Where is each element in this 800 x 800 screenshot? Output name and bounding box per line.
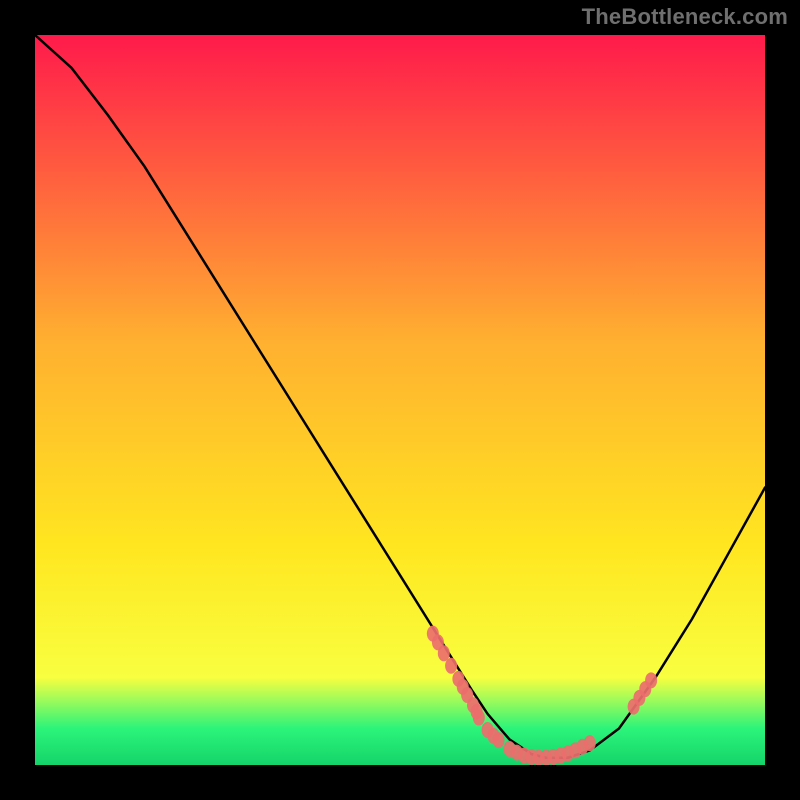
- gradient-background: [35, 35, 765, 765]
- plot-svg: [35, 35, 765, 765]
- data-point: [493, 732, 505, 748]
- chart-container: TheBottleneck.com: [0, 0, 800, 800]
- data-point: [645, 672, 657, 688]
- watermark-text: TheBottleneck.com: [582, 4, 788, 30]
- data-point: [584, 735, 596, 751]
- plot-area: [35, 35, 765, 765]
- data-point: [473, 710, 485, 726]
- data-point: [445, 658, 457, 674]
